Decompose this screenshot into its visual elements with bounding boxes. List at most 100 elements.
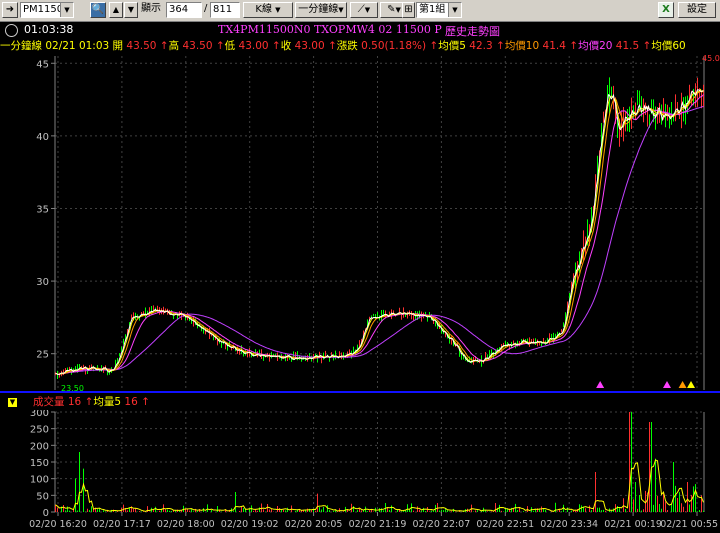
- time-tick-label: 02/21 00:55: [660, 519, 718, 530]
- info-open-label: 開: [112, 40, 124, 52]
- group-value: 第1組: [419, 4, 446, 15]
- info-ma20-label: 均價20: [578, 40, 613, 52]
- volume-tick-label: 0: [43, 508, 49, 519]
- excel-icon[interactable]: X: [658, 2, 674, 18]
- info-change-label: 漲跌: [336, 40, 358, 52]
- chart-title-bar: 01:03:38 TX4PM11500N0 TXOPMW4 02 11500 P…: [0, 22, 720, 38]
- pane-separator: [0, 391, 720, 393]
- volume-grid: [55, 411, 704, 513]
- arrow-right-icon[interactable]: ➜: [2, 2, 18, 18]
- line-tool-button[interactable]: ⟋▼: [350, 2, 378, 18]
- info-ma10: 41.4: [542, 40, 566, 52]
- info-low: 43.00: [238, 40, 269, 52]
- volume-tick-label: 300: [30, 410, 49, 419]
- price-tick-label: 40: [36, 132, 49, 143]
- arrow-up-icon: ↑: [215, 40, 225, 52]
- group-select[interactable]: 第1組 ▼: [416, 2, 462, 18]
- time-tick-label: 02/20 16:20: [29, 519, 87, 530]
- chevron-down-icon: ▼: [395, 6, 401, 14]
- price-series: [55, 77, 704, 380]
- volume-tick-label: 50: [36, 491, 49, 502]
- info-ma10-label: 均價10: [504, 40, 540, 52]
- display-label: 顯示: [141, 3, 161, 14]
- signal-marker-triangle: [687, 381, 696, 388]
- settings-button[interactable]: 設定: [678, 2, 716, 18]
- time-tick-label: 02/20 17:17: [93, 519, 151, 530]
- info-open: 43.50: [126, 40, 157, 52]
- info-close: 43.00: [294, 40, 325, 52]
- arrow-up-icon: ↑: [496, 40, 505, 52]
- grid-toggle-button[interactable]: ⊞: [402, 2, 415, 18]
- volume-chart: 300 250 200 150 100 50 0 02/20 16:20 02/20 17:1…: [29, 410, 718, 530]
- info-high-label: 高: [168, 40, 180, 52]
- grid-icon: ⊞: [404, 4, 413, 15]
- time-axis: 02/20 16:20 02/20 17:17 02/20 18:00 02/20 1…: [29, 512, 718, 530]
- ma60-line: [55, 105, 704, 375]
- chevron-down-icon: ▼: [364, 6, 371, 14]
- signal-marker-triangle: [678, 381, 687, 388]
- search-icon[interactable]: 🔍: [90, 2, 106, 18]
- volume-tick-label: 200: [30, 441, 49, 452]
- volume-tick-label: 150: [30, 458, 49, 469]
- chevron-down-icon: ▼: [275, 6, 281, 14]
- current-time: 01:03:38: [24, 23, 74, 36]
- interval-dropdown[interactable]: 一分鐘線▼: [295, 2, 347, 18]
- volume-ma5-line: [55, 459, 704, 513]
- total-count-field: 811: [210, 2, 240, 18]
- info-low-label: 低: [224, 40, 236, 52]
- volume-tick-label: 250: [30, 425, 49, 436]
- info-ma60-label: 均價60: [651, 40, 686, 52]
- info-ma20: 41.5: [615, 40, 640, 52]
- arrow-up-icon: ↑: [271, 40, 281, 52]
- chevron-down-icon: ▼: [338, 6, 344, 14]
- chevron-down-icon: ▼: [60, 3, 73, 17]
- volume-tick-label: 100: [30, 475, 49, 486]
- up-arrow-button[interactable]: ▲: [109, 2, 123, 18]
- chevron-down-icon: ▼: [448, 3, 461, 17]
- time-tick-label: 02/20 19:02: [221, 519, 279, 530]
- price-chart: 4540353025 45.00 23.50: [36, 54, 720, 393]
- signal-marker-triangle: [596, 381, 605, 388]
- info-high: 43.50: [182, 40, 213, 52]
- chart-subtitle: 歷史走勢圖: [445, 25, 500, 38]
- quote-info-bar: 一分鐘線 02/21 01:03 開 43.50 ↑高 43.50 ↑低 43.…: [0, 38, 720, 54]
- time-tick-label: 02/20 21:19: [349, 519, 407, 530]
- max-price-label: 45.00: [702, 54, 720, 63]
- volume-label: 成交量: [33, 396, 65, 408]
- info-close-label: 收: [280, 40, 292, 52]
- time-tick-label: 02/20 18:00: [157, 519, 215, 530]
- ma10-line: [55, 90, 704, 375]
- price-tick-label: 35: [36, 204, 49, 215]
- clock-icon: [5, 24, 18, 37]
- symbol-select[interactable]: PM11500 ▼: [20, 2, 74, 18]
- signal-marker-triangle: [663, 381, 672, 388]
- kline-dropdown[interactable]: K線 ▼: [243, 2, 293, 18]
- eraser-icon: ✎: [387, 4, 396, 15]
- arrow-up-icon: ↑: [569, 40, 579, 52]
- down-arrow-button[interactable]: ▼: [124, 2, 138, 18]
- time-tick-label: 02/21 00:19: [604, 519, 662, 530]
- info-datetime: 02/21 01:03: [45, 40, 110, 52]
- arrow-up-icon: ↑: [141, 396, 150, 408]
- price-tick-label: 25: [36, 350, 49, 361]
- kline-label: K線: [255, 4, 272, 15]
- time-tick-label: 02/20 22:51: [476, 519, 534, 530]
- info-interval: 一分鐘線: [0, 40, 42, 52]
- line-draw-icon: ⟋: [357, 4, 365, 15]
- signal-markers: [596, 381, 696, 388]
- chart-title: TX4PM11500N0 TXOPMW4 02 11500 P: [218, 23, 442, 36]
- price-tick-label: 45: [36, 59, 49, 70]
- vma5-label: 均量5: [93, 396, 122, 408]
- info-ma5: 42.3: [469, 40, 493, 52]
- volume-axis: 300 250 200 150 100 50 0: [30, 410, 705, 519]
- toolbar: ➜ PM11500 ▼ 🔍 ▲ ▼ 顯示 364 / 811 K線 ▼ 一分鐘線…: [0, 0, 720, 22]
- info-ma5-label: 均價5: [438, 40, 466, 52]
- time-tick-label: 02/20 20:05: [285, 519, 343, 530]
- arrow-up-icon: ↑: [429, 40, 439, 52]
- arrow-up-icon: ↑: [327, 40, 337, 52]
- interval-label: 一分鐘線: [298, 4, 339, 15]
- time-tick-label: 02/20 22:07: [413, 519, 471, 530]
- collapse-toggle-icon[interactable]: ▼: [8, 397, 17, 407]
- display-count-input[interactable]: 364: [166, 2, 202, 18]
- arrow-up-icon: ↑: [159, 40, 169, 52]
